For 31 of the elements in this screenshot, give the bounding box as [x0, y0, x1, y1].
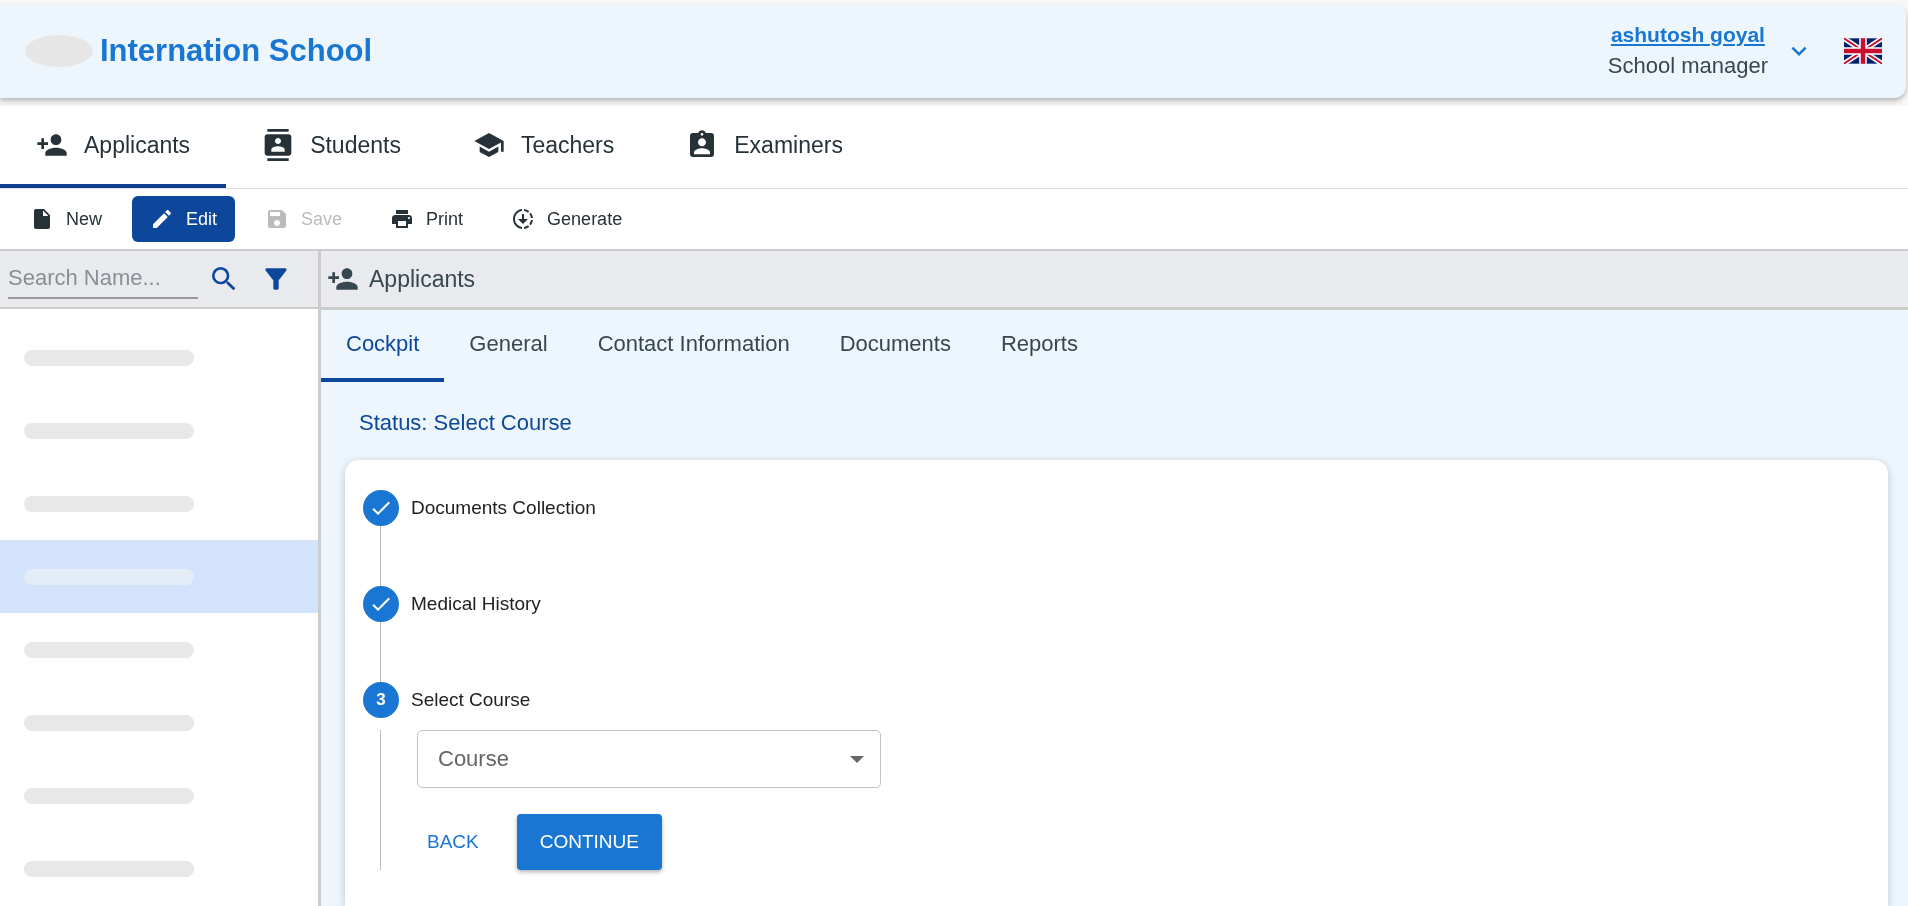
user-name-link[interactable]: ashutosh goyal — [1610, 23, 1765, 47]
toolbar-button[interactable]: Print — [372, 196, 482, 242]
continue-button[interactable]: CONTINUE — [516, 814, 662, 870]
nav-tab[interactable]: Teachers — [436, 106, 651, 188]
applicant-list-item[interactable] — [0, 540, 318, 613]
search-field[interactable]: Search Name... — [8, 259, 198, 299]
step-number: 3 — [363, 682, 399, 718]
section-tab[interactable]: Reports — [975, 310, 1103, 382]
step-label: Medical History — [411, 593, 541, 615]
uk-flag-icon[interactable] — [1844, 38, 1882, 64]
nav-tab[interactable]: Students — [226, 106, 437, 188]
printer-icon — [390, 207, 415, 231]
pencil-icon — [150, 207, 174, 231]
status-text: Status: Select Course — [358, 409, 573, 436]
section-tab[interactable]: Cockpit — [321, 310, 445, 382]
toolbar-button[interactable]: New — [12, 196, 120, 242]
step-label: Documents Collection — [411, 497, 596, 519]
dropdown-arrow-icon — [850, 755, 864, 763]
back-button[interactable]: BACK — [417, 814, 489, 870]
section-tab[interactable]: General — [444, 310, 573, 382]
toolbar-button[interactable]: Generate — [493, 196, 641, 242]
nav-tab[interactable]: Examiners — [650, 106, 879, 188]
section-tab[interactable]: Contact Information — [572, 310, 815, 382]
school-title: Internation School — [100, 33, 374, 69]
step-label: Select Course — [411, 689, 531, 711]
user-role: School manager — [1607, 53, 1768, 79]
search-bar[interactable]: Search Name... — [0, 251, 318, 309]
toolbar-button[interactable]: Edit — [132, 196, 236, 242]
panel-title: Applicants — [369, 265, 476, 293]
section-tab[interactable]: Documents — [814, 310, 976, 382]
course-select[interactable]: Course — [417, 730, 881, 788]
